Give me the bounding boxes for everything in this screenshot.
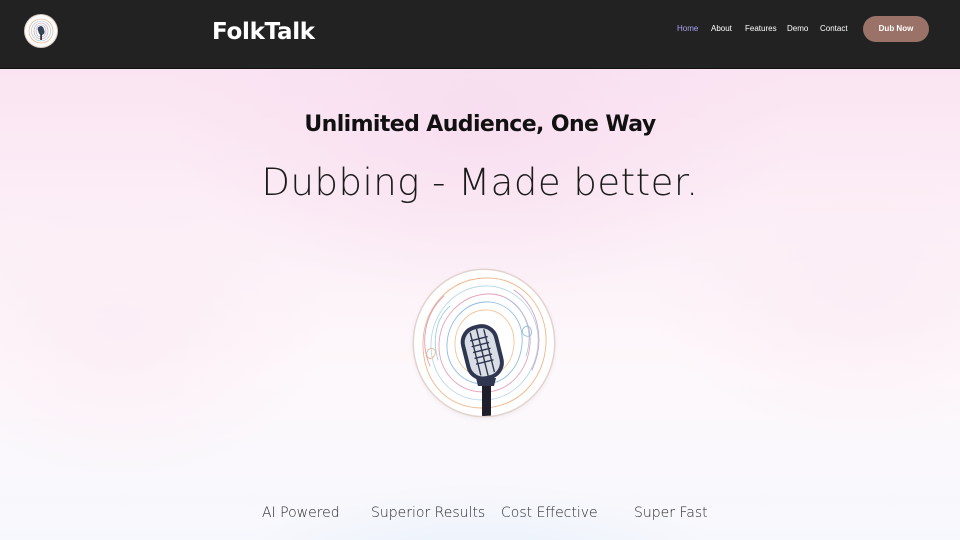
feature-ai-powered: AI Powered (262, 505, 340, 521)
nav-features[interactable]: Features (745, 24, 777, 34)
nav-home[interactable]: Home (677, 24, 698, 34)
feature-super-fast: Super Fast (634, 505, 708, 521)
nav-demo[interactable]: Demo (787, 24, 808, 34)
dub-now-button[interactable]: Dub Now (863, 16, 929, 42)
hero-headline: Dubbing - Made better. (261, 161, 699, 204)
nav-about[interactable]: About (711, 24, 732, 34)
feature-cost-effective: Cost Effective (501, 505, 598, 521)
hero-microphone-icon (414, 270, 554, 416)
hero-tagline: Unlimited Audience, One Way (304, 112, 656, 137)
feature-list: AI Powered Superior Results Cost Effecti… (0, 505, 960, 525)
logo-microphone-icon[interactable] (25, 15, 57, 47)
brand-name[interactable]: FolkTalk (212, 19, 315, 45)
feature-superior-results: Superior Results (371, 505, 486, 521)
top-navbar: FolkTalk Home About Features Demo Contac… (0, 0, 960, 69)
nav-contact[interactable]: Contact (820, 24, 848, 34)
